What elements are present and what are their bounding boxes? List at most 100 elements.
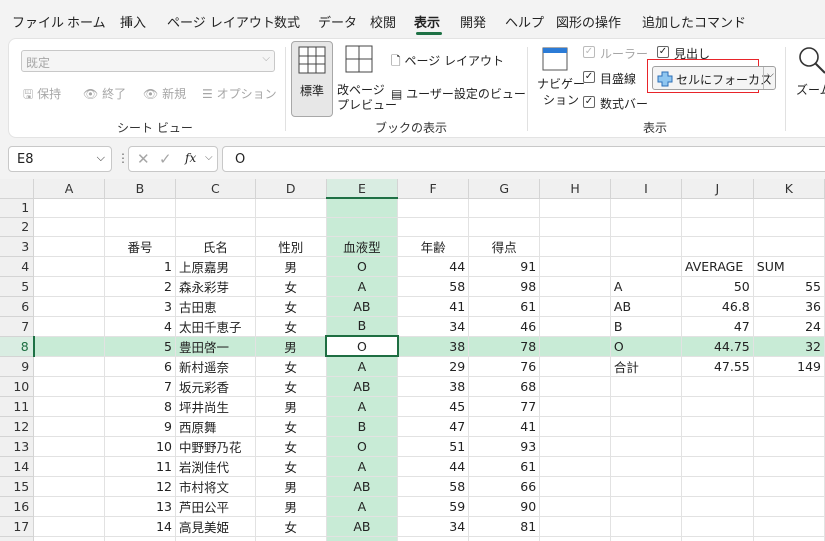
cell-c8[interactable]: 豊田啓一	[175, 336, 256, 357]
cell-a9[interactable]	[33, 356, 105, 377]
cell-b7[interactable]: 4	[104, 316, 176, 337]
cell-c13[interactable]: 中野野乃花	[175, 436, 256, 457]
cell-e12[interactable]: B	[326, 416, 399, 437]
cell-b4[interactable]: 1	[104, 256, 176, 277]
cell-j9[interactable]: 47.55	[681, 356, 754, 377]
cell-h10[interactable]	[539, 376, 611, 397]
cell-k17[interactable]	[753, 516, 825, 537]
cell-j16[interactable]	[681, 496, 754, 517]
cell-i4[interactable]	[610, 256, 682, 277]
cell-b3[interactable]: 番号	[104, 236, 176, 257]
cell-a3[interactable]	[33, 236, 105, 257]
row-header[interactable]: 12	[0, 416, 35, 437]
headings-checkbox[interactable]: ✓	[657, 46, 669, 58]
cell-d5[interactable]: 女	[255, 276, 327, 297]
column-header-k[interactable]: K	[753, 179, 825, 199]
tab-page-layout[interactable]: ページ レイアウト	[167, 12, 275, 31]
cell-a18[interactable]	[33, 536, 105, 541]
cell-a12[interactable]	[33, 416, 105, 437]
cell-k10[interactable]	[753, 376, 825, 397]
cell-h6[interactable]	[539, 296, 611, 317]
cell-e5[interactable]: A	[326, 276, 399, 297]
cell-c7[interactable]: 太田千恵子	[175, 316, 256, 337]
row-header[interactable]: 14	[0, 456, 35, 477]
formula-input[interactable]: O	[222, 146, 825, 172]
cell-e9[interactable]: A	[326, 356, 399, 377]
formula-bar-checkbox[interactable]: ✓	[583, 96, 595, 108]
cell-h2[interactable]	[539, 217, 611, 237]
cell-f14[interactable]: 44	[397, 456, 470, 477]
cell-b10[interactable]: 7	[104, 376, 176, 397]
cell-f5[interactable]: 58	[397, 276, 470, 297]
column-header-f[interactable]: F	[397, 179, 470, 199]
cell-b1[interactable]	[104, 198, 176, 218]
cell-b9[interactable]: 6	[104, 356, 176, 377]
cell-k1[interactable]	[753, 198, 825, 218]
cell-c11[interactable]: 坪井尚生	[175, 396, 256, 417]
cell-d10[interactable]: 女	[255, 376, 327, 397]
cell-c17[interactable]: 高見美姫	[175, 516, 256, 537]
column-header-d[interactable]: D	[255, 179, 327, 199]
cell-k18[interactable]	[753, 536, 825, 541]
cell-k11[interactable]	[753, 396, 825, 417]
cell-e17[interactable]: AB	[326, 516, 399, 537]
cell-f1[interactable]	[397, 198, 470, 218]
cell-h17[interactable]	[539, 516, 611, 537]
cell-h9[interactable]	[539, 356, 611, 377]
column-header-j[interactable]: J	[681, 179, 754, 199]
cell-f15[interactable]: 58	[397, 476, 470, 497]
cell-b18[interactable]: 15	[104, 536, 176, 541]
cell-j6[interactable]: 46.8	[681, 296, 754, 317]
cell-e2[interactable]	[326, 217, 399, 237]
sheet-view-keep-button[interactable]: 🖫 保持	[23, 85, 61, 106]
cell-d8[interactable]: 男	[255, 336, 327, 357]
cell-c16[interactable]: 芦田公平	[175, 496, 256, 517]
cell-a13[interactable]	[33, 436, 105, 457]
column-header-g[interactable]: G	[468, 179, 541, 199]
cell-j11[interactable]	[681, 396, 754, 417]
cell-g8[interactable]: 78	[468, 336, 541, 357]
cell-g10[interactable]: 68	[468, 376, 541, 397]
cell-f13[interactable]: 51	[397, 436, 470, 457]
cell-k12[interactable]	[753, 416, 825, 437]
row-header[interactable]: 2	[0, 217, 35, 237]
zoom-button[interactable]: ズーム	[793, 43, 825, 103]
cell-d7[interactable]: 女	[255, 316, 327, 337]
cell-f6[interactable]: 41	[397, 296, 470, 317]
cell-i1[interactable]	[610, 198, 682, 218]
cell-h11[interactable]	[539, 396, 611, 417]
row-header[interactable]: 9	[0, 356, 35, 377]
cell-a1[interactable]	[33, 198, 105, 218]
cell-a7[interactable]	[33, 316, 105, 337]
column-header-a[interactable]: A	[33, 179, 105, 199]
page-break-preview-button[interactable]: 改ページ プレビュー	[337, 41, 397, 117]
cell-a8[interactable]	[33, 336, 105, 357]
cell-e1[interactable]	[326, 198, 399, 218]
tab-file[interactable]: ファイル	[12, 12, 64, 31]
cell-a17[interactable]	[33, 516, 105, 537]
cell-d1[interactable]	[255, 198, 327, 218]
cell-a2[interactable]	[33, 217, 105, 237]
cell-b11[interactable]: 8	[104, 396, 176, 417]
cell-j1[interactable]	[681, 198, 754, 218]
cell-i5[interactable]: A	[610, 276, 682, 297]
cell-g9[interactable]: 76	[468, 356, 541, 377]
cell-f17[interactable]: 34	[397, 516, 470, 537]
cell-c6[interactable]: 古田恵	[175, 296, 256, 317]
tab-view[interactable]: 表示	[414, 12, 440, 31]
cell-i8[interactable]: O	[610, 336, 682, 357]
cell-h15[interactable]	[539, 476, 611, 497]
cell-j10[interactable]	[681, 376, 754, 397]
sheet-view-options-button[interactable]: ☰ オプション	[202, 85, 277, 102]
tab-help[interactable]: ヘルプ	[505, 12, 544, 31]
select-all-corner[interactable]	[0, 179, 35, 199]
cell-j2[interactable]	[681, 217, 754, 237]
column-header-e[interactable]: E	[326, 179, 399, 199]
cell-c14[interactable]: 岩渕佳代	[175, 456, 256, 477]
cell-i13[interactable]	[610, 436, 682, 457]
cell-f8[interactable]: 38	[397, 336, 470, 357]
cell-f2[interactable]	[397, 217, 470, 237]
tab-review[interactable]: 校閲	[370, 12, 396, 31]
cell-d6[interactable]: 女	[255, 296, 327, 317]
cell-b6[interactable]: 3	[104, 296, 176, 317]
